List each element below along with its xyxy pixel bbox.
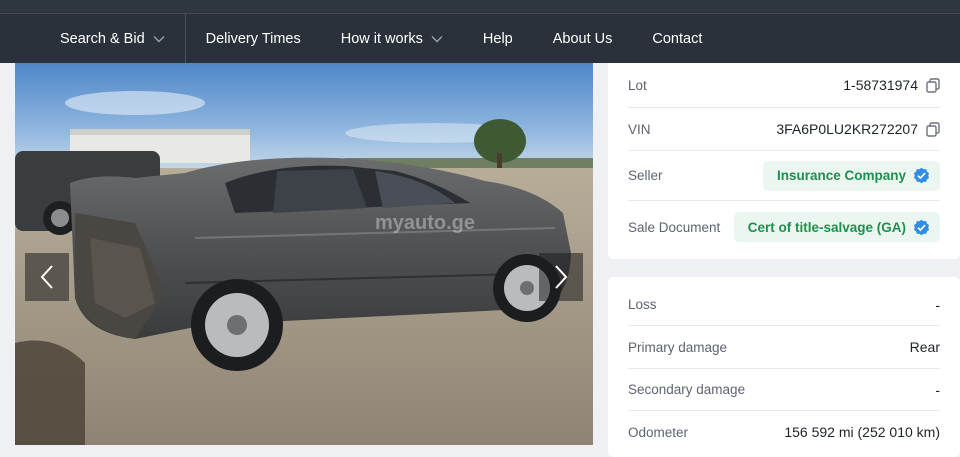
sale-document-label: Sale Document (628, 219, 721, 235)
lot-row: Lot 1-58731974 (628, 63, 940, 108)
vin-value: 3FA6P0LU2KR272207 (776, 121, 940, 137)
vin-number: 3FA6P0LU2KR272207 (776, 121, 918, 137)
sale-document-badge: Cert of title-salvage (GA) (733, 212, 940, 242)
chevron-right-icon (555, 265, 568, 289)
nav-about-us[interactable]: About Us (553, 14, 653, 63)
lot-number: 1-58731974 (843, 77, 918, 93)
odometer-value: 156 592 mi (252 010 km) (784, 424, 940, 440)
top-strip (0, 0, 960, 14)
verified-check-icon (913, 219, 930, 235)
seller-value: Insurance Company (776, 168, 906, 183)
previous-photo-button[interactable] (25, 253, 69, 301)
seller-badge: Insurance Company (762, 160, 940, 191)
verified-check-icon (913, 167, 930, 184)
next-photo-button[interactable] (539, 253, 583, 301)
lot-label: Lot (628, 77, 647, 93)
chevron-down-icon (153, 35, 165, 42)
sale-document-row: Sale Document Cert of title-salvage (GA) (628, 201, 940, 253)
copy-icon[interactable] (926, 121, 940, 137)
chevron-left-icon (40, 265, 53, 289)
lot-value: 1-58731974 (843, 77, 940, 93)
seller-label: Seller (628, 168, 663, 183)
nav-delivery-times-label: Delivery Times (205, 30, 301, 47)
nav-help-label: Help (482, 30, 513, 47)
loss-row: Loss - (628, 284, 940, 326)
nav-contact-label: Contact (652, 30, 703, 47)
sale-document-value: Cert of title-salvage (GA) (747, 219, 906, 235)
vin-row: VIN 3FA6P0LU2KR272207 (628, 108, 940, 151)
primary-damage-value: Rear (909, 339, 940, 355)
watermark-text: myauto.ge (375, 212, 475, 234)
secondary-damage-label: Secondary damage (628, 382, 746, 397)
odometer-row: Odometer 156 592 mi (252 010 km) (628, 411, 940, 453)
odometer-label: Odometer (628, 424, 689, 440)
nav-search-and-bid[interactable]: Search & Bid (0, 14, 185, 63)
seller-row: Seller Insurance Company (628, 151, 940, 201)
primary-damage-row: Primary damage Rear (628, 326, 940, 369)
nav-how-it-works[interactable]: How it works (341, 14, 483, 63)
loss-label: Loss (628, 297, 657, 312)
chevron-down-icon (431, 35, 443, 42)
damage-details-card: Loss - Primary damage Rear Secondary dam… (608, 277, 960, 457)
vehicle-photo-image: myauto.ge (15, 63, 593, 445)
nav-about-us-label: About Us (552, 30, 613, 47)
nav-help[interactable]: Help (483, 14, 553, 63)
nav-search-and-bid-label: Search & Bid (60, 30, 145, 47)
copy-icon[interactable] (926, 77, 940, 93)
nav-contact[interactable]: Contact (652, 14, 702, 63)
vehicle-photo[interactable]: myauto.ge (15, 63, 593, 445)
nav-how-it-works-label: How it works (340, 30, 423, 47)
primary-damage-label: Primary damage (628, 339, 728, 355)
secondary-damage-row: Secondary damage - (628, 369, 940, 411)
secondary-damage-value: - (935, 381, 940, 398)
nav-delivery-times[interactable]: Delivery Times (186, 14, 341, 63)
loss-value: - (935, 296, 940, 313)
lot-details-card: Lot 1-58731974 VIN 3FA6P0LU2KR272207 Sel… (608, 63, 960, 259)
main-navigation: Search & Bid Delivery Times How it works… (0, 14, 960, 63)
vin-label: VIN (628, 121, 651, 137)
